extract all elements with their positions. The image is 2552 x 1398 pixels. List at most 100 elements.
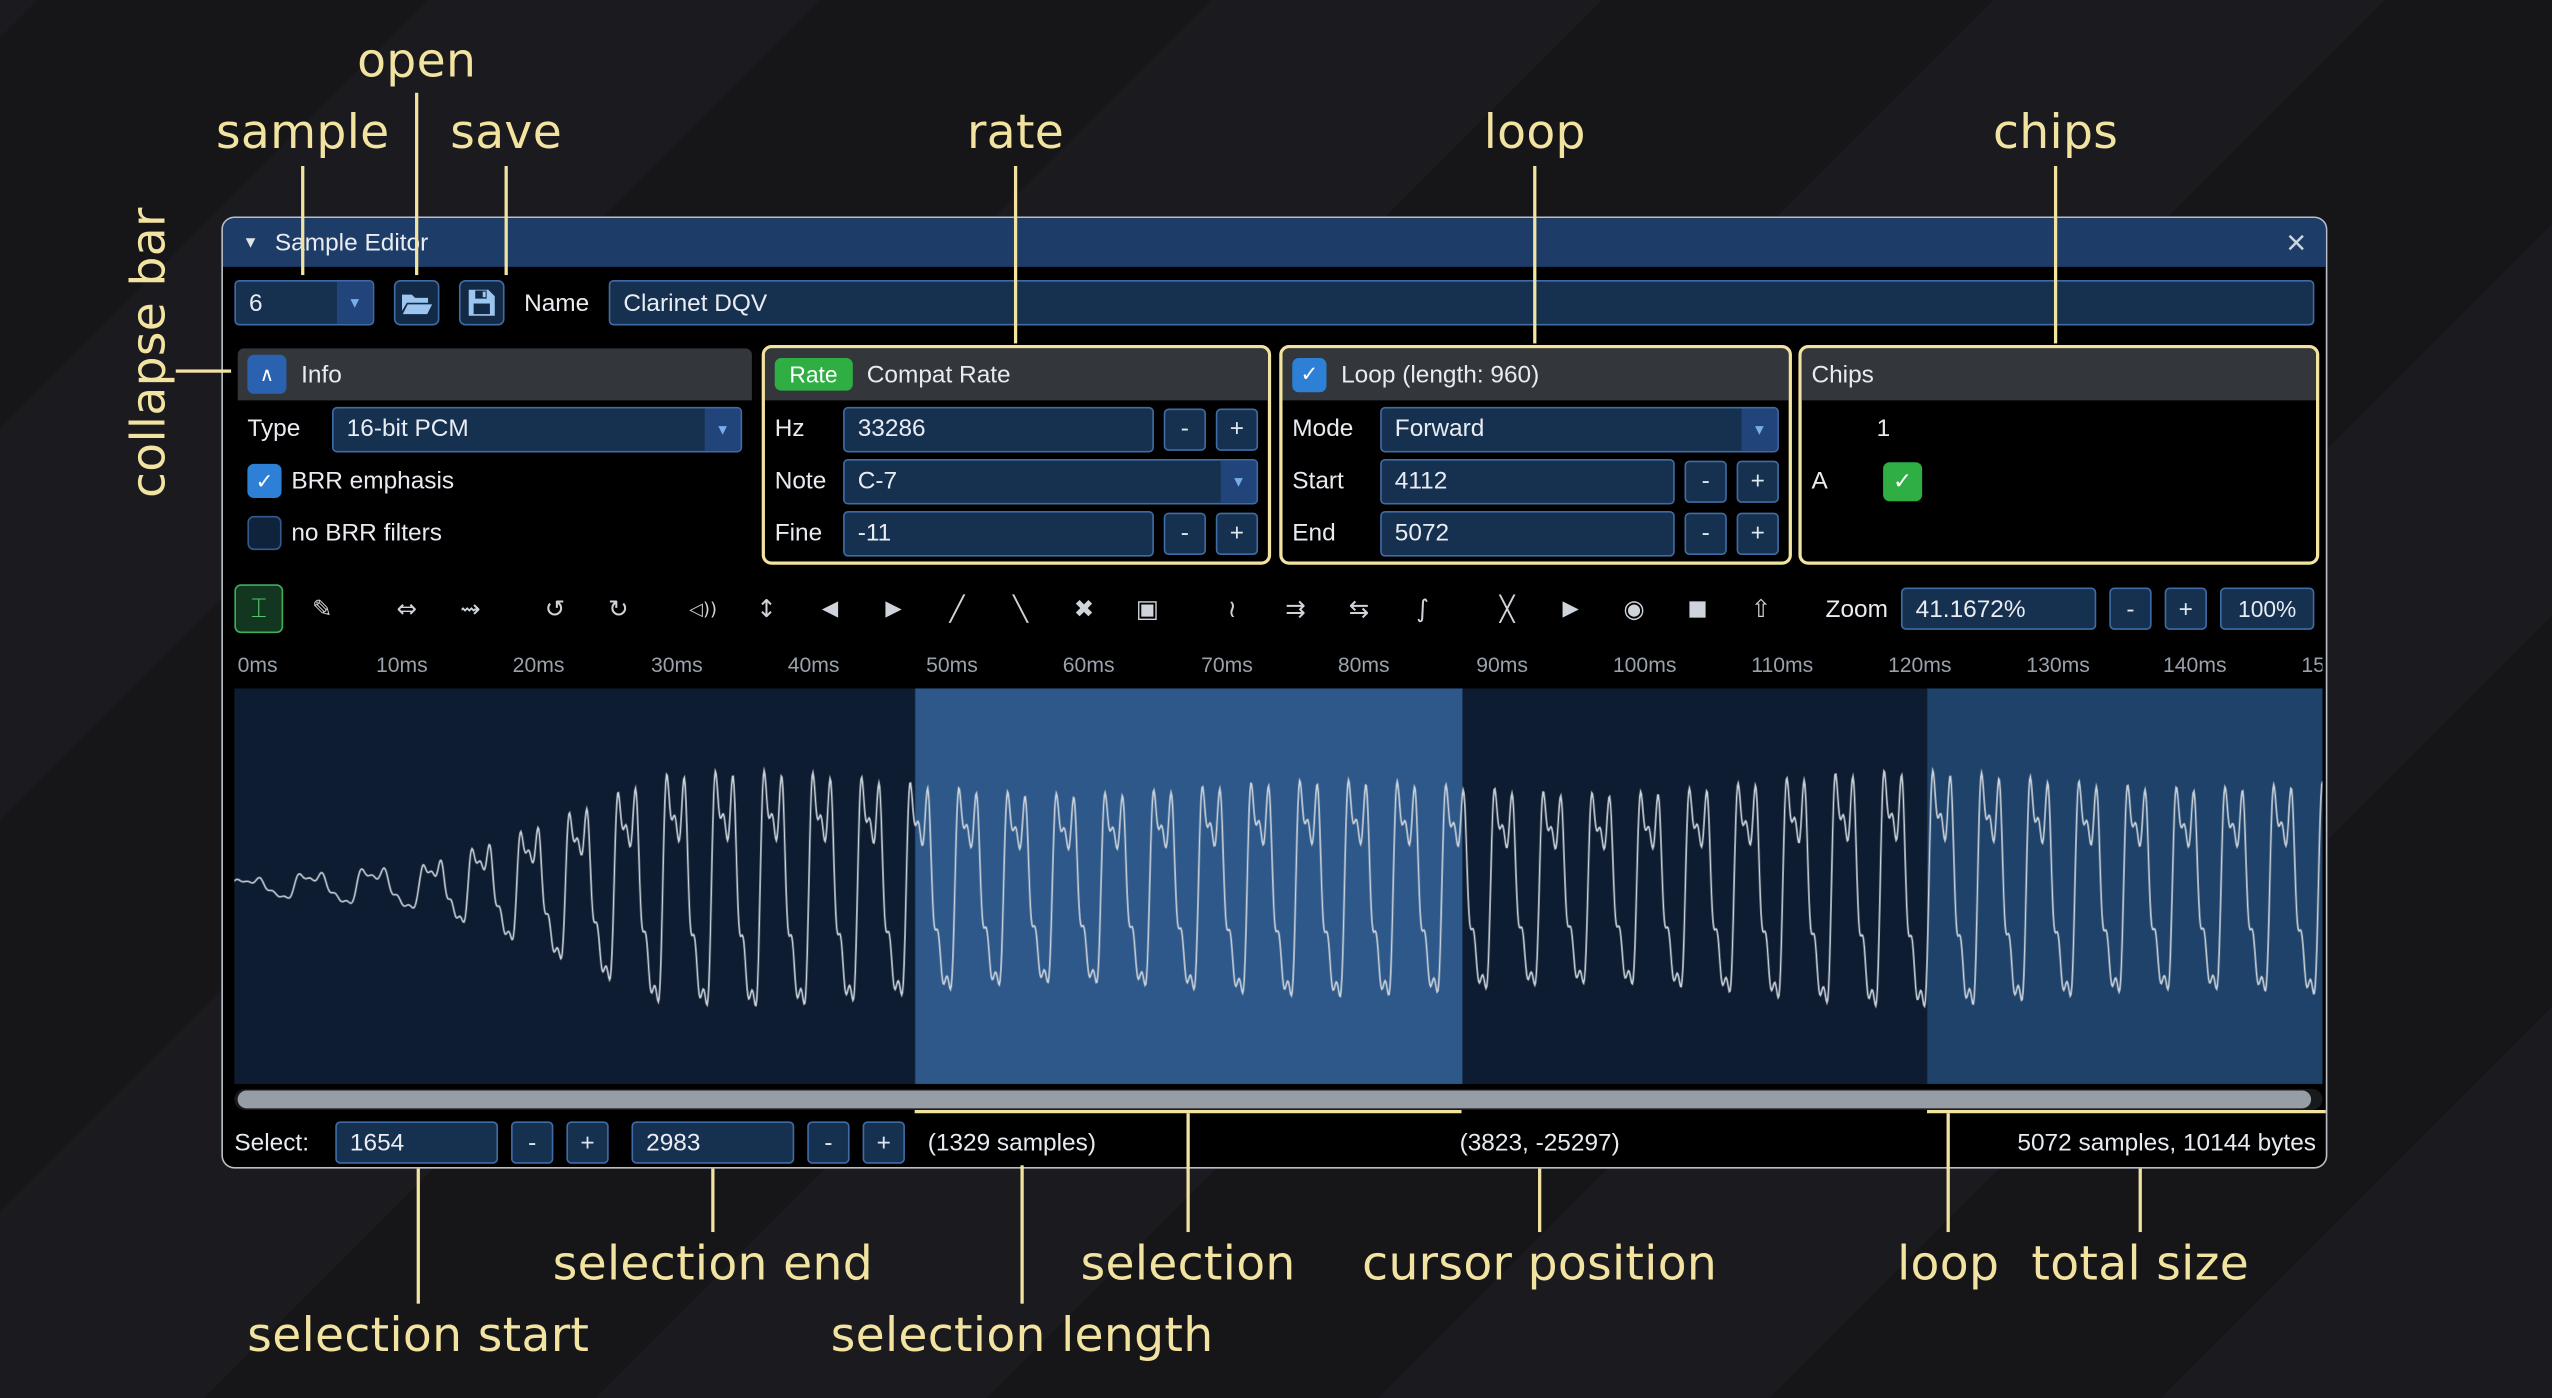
hz-plus-button[interactable]: + [1216,408,1258,450]
preview-loop-icon[interactable]: ◉ [1610,584,1659,633]
amplify-icon[interactable]: ◁)) [679,584,728,633]
selection-end-minus-button[interactable]: - [807,1121,849,1163]
stretch-icon[interactable]: ⇆ [1335,584,1384,633]
loop-end-input[interactable]: 5072 [1380,510,1675,556]
trim-icon[interactable]: ▣ [1123,584,1172,633]
draw-tool-icon[interactable]: ✎ [298,584,347,633]
zoom-out-button[interactable]: - [2109,588,2151,630]
ruler-label: 10ms [376,653,428,677]
insert-silence-icon[interactable]: ≀ [1208,584,1257,633]
hz-input[interactable]: 33286 [843,406,1154,452]
annotation-line-selection-length [1020,1165,1023,1303]
resize-icon[interactable]: ⇔ [382,584,431,633]
selection-length-text: (1329 samples) [928,1129,1096,1157]
annotation-selection-end: selection end [553,1235,873,1290]
invert-icon[interactable]: ▶ [869,584,918,633]
window-collapse-icon[interactable]: ▼ [243,234,259,252]
loop-panel-title: Loop (length: 960) [1341,361,1539,389]
rate-badge: Rate [775,358,852,391]
no-brr-filters-label: no BRR filters [291,519,442,547]
zoom-in-button[interactable]: + [2165,588,2207,630]
import-icon[interactable]: ⇧ [1737,584,1786,633]
hz-row: Hz 33286 - + [765,405,1268,452]
sample-number-select[interactable]: 6 ▼ [234,280,374,326]
crossfade-icon[interactable]: ╳ [1483,584,1532,633]
info-panel-title: Info [301,361,342,389]
selection-start-input[interactable]: 1654 [335,1121,498,1163]
folder-open-icon [400,290,433,316]
fade-out-icon[interactable]: ╲ [996,584,1045,633]
annotation-selection-start: selection start [247,1307,589,1362]
annotation-collapse-bar: collapse bar [120,207,175,498]
waveform-scrollbar[interactable] [234,1089,2322,1110]
filter-icon[interactable]: ∫ [1398,584,1447,633]
fine-input[interactable]: -11 [843,510,1154,556]
ruler-label: 150 [2301,653,2322,677]
reverse-icon[interactable]: ◀ [806,584,855,633]
fine-plus-button[interactable]: + [1216,512,1258,554]
preview-icon[interactable]: ▶ [1546,584,1595,633]
fine-label: Fine [775,519,834,547]
note-select[interactable]: C-7 ▼ [843,458,1258,504]
collapse-bar-button[interactable]: ∧ [247,355,286,394]
waveform-canvas[interactable] [234,688,2322,1083]
undo-icon[interactable]: ↺ [531,584,580,633]
zoom-reset-button[interactable]: 100% [2220,588,2314,630]
ruler-label: 0ms [238,653,278,677]
loop-start-minus-button[interactable]: - [1685,460,1727,502]
loop-mode-value: Forward [1382,415,1742,443]
selection-start-minus-button[interactable]: - [511,1121,553,1163]
rate-panel: Rate Compat Rate Hz 33286 - + Note C-7 ▼ [762,345,1271,565]
sample-toolbar: ⌶ ✎ ⇔ ⇝ ↺ ↻ ◁)) ↕ ◀ ▶ ╱ ╲ ✖ ▣ ≀ ⇉ ⇆ ∫ ╳ … [223,583,2326,635]
loop-end-row: End 5072 - + [1283,509,1789,556]
loop-start-plus-button[interactable]: + [1737,460,1779,502]
sample-number-value: 6 [236,289,337,317]
loop-end-minus-button[interactable]: - [1685,512,1727,554]
annotation-line-cursor-position [1538,1169,1541,1232]
selection-end-plus-button[interactable]: + [863,1121,905,1163]
annotation-rate: rate [967,104,1064,159]
scrollbar-thumb[interactable] [238,1090,2311,1108]
annotation-line-loop [1533,166,1536,343]
titlebar: ▼ Sample Editor × [223,218,2326,267]
status-row: Select: 1654 - + 2983 - + (1329 samples)… [223,1120,2326,1166]
open-button[interactable] [394,280,440,326]
loop-mode-select[interactable]: Forward ▼ [1380,406,1779,452]
save-button[interactable] [459,280,505,326]
fine-minus-button[interactable]: - [1164,512,1206,554]
selection-start-plus-button[interactable]: + [566,1121,608,1163]
ruler-label: 100ms [1613,653,1677,677]
info-panel-header: ∧ Info [238,348,752,400]
apply-silence-icon[interactable]: ⇉ [1271,584,1320,633]
loop-end-plus-button[interactable]: + [1737,512,1779,554]
annotation-line-selection-start [417,1169,420,1304]
loop-panel: ✓ Loop (length: 960) Mode Forward ▼ Star… [1279,345,1792,565]
stop-icon[interactable]: ■ [1673,584,1722,633]
no-brr-filters-checkbox[interactable] [247,516,281,550]
zoom-controls: Zoom 41.1672% - + 100% [1826,588,2315,630]
note-label: Note [775,467,834,495]
sample-editor-window: ▼ Sample Editor × 6 ▼ [221,216,2327,1168]
normalize-icon[interactable]: ↕ [742,584,791,633]
type-select[interactable]: 16-bit PCM ▼ [332,406,742,452]
selection-end-input[interactable]: 2983 [631,1121,794,1163]
chips-panel-header: Chips [1802,348,2316,400]
ruler-label: 50ms [926,653,978,677]
ruler-label: 30ms [651,653,703,677]
select-tool-icon[interactable]: ⌶ [234,584,283,633]
loop-enable-checkbox[interactable]: ✓ [1292,357,1326,391]
loop-start-input[interactable]: 4112 [1380,458,1675,504]
resample-icon[interactable]: ⇝ [446,584,495,633]
redo-icon[interactable]: ↻ [594,584,643,633]
chip-enable-checkbox[interactable]: ✓ [1883,461,1922,500]
brr-emphasis-checkbox[interactable]: ✓ [247,464,281,498]
name-input[interactable]: Clarinet DQV [609,280,2315,326]
close-icon[interactable]: × [2286,225,2306,259]
no-brr-filters-row: no BRR filters [238,509,752,556]
ruler-label: 140ms [2163,653,2227,677]
ruler-label: 110ms [1751,653,1813,677]
fade-in-icon[interactable]: ╱ [933,584,982,633]
delete-icon[interactable]: ✖ [1060,584,1109,633]
zoom-input[interactable]: 41.1672% [1901,588,2096,630]
hz-minus-button[interactable]: - [1164,408,1206,450]
